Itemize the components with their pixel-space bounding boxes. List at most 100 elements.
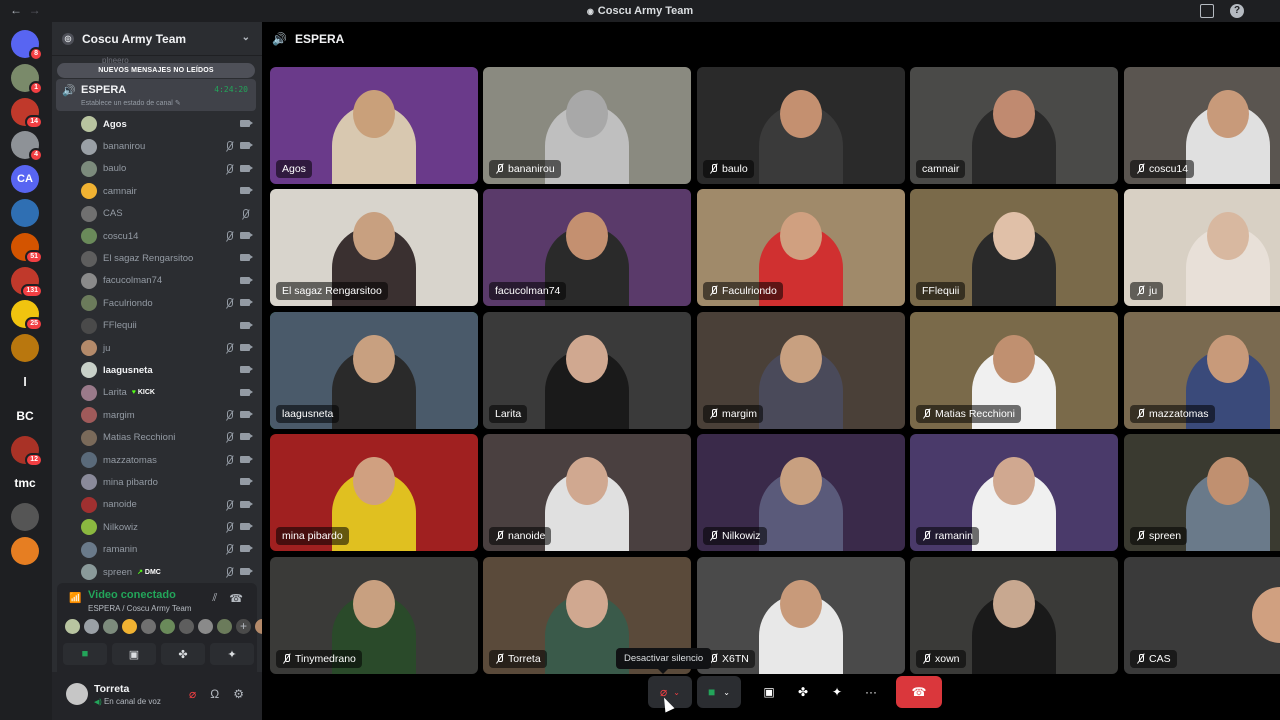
hang-up-button[interactable]: ☎ <box>896 676 942 708</box>
voice-member[interactable]: Faculriondo <box>52 292 262 314</box>
server-icon-9[interactable] <box>11 334 39 363</box>
server-icon-8[interactable]: 25 <box>11 300 43 332</box>
avatar[interactable] <box>198 619 213 634</box>
muted-icon <box>922 409 932 419</box>
video-tile[interactable]: ramanin <box>910 434 1118 551</box>
server-icon-13[interactable]: tmc <box>11 469 39 497</box>
camera-button[interactable]: ■ <box>63 643 107 665</box>
video-tile[interactable]: CAS <box>1124 557 1280 674</box>
video-tile[interactable]: ju <box>1124 189 1280 306</box>
server-icon-1[interactable]: 1 <box>11 63 43 95</box>
channel-status[interactable]: Establece un estado de canal ✎ <box>81 99 181 107</box>
voice-member[interactable]: Larita ♥ KICK <box>52 382 262 404</box>
video-tile[interactable]: El sagaz Rengarsitoo <box>270 189 478 306</box>
activities-button[interactable]: ✤ <box>161 643 205 665</box>
server-icon-5[interactable] <box>11 199 39 227</box>
voice-member[interactable]: nanoide <box>52 494 262 516</box>
noise-suppression-icon[interactable]: ⫽ <box>212 592 217 605</box>
video-tile[interactable]: bananirou <box>483 67 691 184</box>
voice-status-subtitle[interactable]: ESPERA / Coscu Army Team <box>88 604 191 613</box>
participant-head <box>353 212 395 260</box>
video-tile[interactable]: Matias Recchioni <box>910 312 1118 429</box>
guild-header[interactable]: ◎ Coscu Army Team ⌄ <box>52 22 262 56</box>
discord-icon[interactable]: 8 <box>11 30 43 61</box>
video-tile[interactable]: facucolman74 <box>483 189 691 306</box>
server-icon-11[interactable]: BC <box>11 402 39 430</box>
signal-icon[interactable]: 📶 <box>69 593 81 605</box>
video-tile[interactable]: baulo <box>697 67 905 184</box>
camera-toggle-button[interactable]: ■ ⌄ <box>697 676 741 708</box>
video-tile[interactable]: Tinymedrano <box>270 557 478 674</box>
gear-icon[interactable]: ⚙ <box>233 687 244 701</box>
voice-member[interactable]: FFlequii <box>52 315 262 337</box>
avatar[interactable] <box>103 619 118 634</box>
video-tile[interactable]: Nilkowiz <box>697 434 905 551</box>
server-icon-3[interactable]: 4 <box>11 131 43 163</box>
screen-share-button[interactable]: ▣ <box>112 643 156 665</box>
mute-icon[interactable]: ⌀ <box>189 687 196 701</box>
help-icon[interactable]: ? <box>1230 4 1244 18</box>
voice-member[interactable]: ramanin <box>52 538 262 560</box>
server-icon-2[interactable]: 14 <box>11 97 43 129</box>
video-tile[interactable]: laagusneta <box>270 312 478 429</box>
video-tile[interactable]: mazzatomas <box>1124 312 1280 429</box>
video-tile[interactable]: Faculriondo <box>697 189 905 306</box>
avatar[interactable] <box>179 619 194 634</box>
video-tile[interactable]: mina pibardo <box>270 434 478 551</box>
headphones-icon[interactable]: Ω <box>210 687 219 701</box>
soundboard-button[interactable]: ✦ <box>210 643 254 665</box>
voice-member[interactable]: Matias Recchioni <box>52 426 262 448</box>
server-icon-15[interactable] <box>11 537 39 565</box>
member-name: Faculriondo <box>103 297 153 309</box>
video-tile[interactable]: Larita <box>483 312 691 429</box>
voice-member[interactable]: baulo <box>52 158 262 180</box>
invite-plus-icon[interactable]: + <box>240 619 247 633</box>
video-tile[interactable]: margim <box>697 312 905 429</box>
video-tile[interactable]: nanoide <box>483 434 691 551</box>
video-tile[interactable]: FFlequii <box>910 189 1118 306</box>
video-tile[interactable]: camnair <box>910 67 1118 184</box>
avatar[interactable] <box>84 619 99 634</box>
avatar[interactable] <box>217 619 232 634</box>
voice-member[interactable]: coscu14 <box>52 225 262 247</box>
voice-member[interactable]: El sagaz Rengarsitoo <box>52 247 262 269</box>
avatar[interactable] <box>65 619 80 634</box>
avatar[interactable] <box>122 619 137 634</box>
avatar[interactable] <box>66 683 88 705</box>
inbox-icon[interactable] <box>1200 4 1214 18</box>
server-icon-7[interactable]: 131 <box>11 266 43 298</box>
user-name[interactable]: Torreta <box>94 683 129 695</box>
activities-button[interactable]: ✤ <box>789 676 817 708</box>
video-tile[interactable]: Agos <box>270 67 478 184</box>
voice-member[interactable]: camnair <box>52 180 262 202</box>
chevron-down-icon[interactable]: ⌄ <box>242 32 250 43</box>
voice-member[interactable]: margim <box>52 404 262 426</box>
voice-channel-espera[interactable]: 🔊 ESPERA 4:24:20 Establece un estado de … <box>56 79 256 111</box>
voice-member[interactable]: ju <box>52 337 262 359</box>
voice-member[interactable]: mina pibardo <box>52 471 262 493</box>
avatar[interactable] <box>160 619 175 634</box>
voice-member[interactable]: CAS <box>52 203 262 225</box>
server-icon-14[interactable] <box>11 503 39 532</box>
new-messages-banner[interactable]: NUEVOS MENSAJES NO LEÍDOS <box>57 63 255 78</box>
voice-member[interactable]: laagusneta <box>52 359 262 381</box>
soundboard-button[interactable]: ✦ <box>823 676 851 708</box>
more-options-button[interactable]: ··· <box>857 676 885 708</box>
voice-member[interactable]: mazzatomas <box>52 449 262 471</box>
avatar[interactable] <box>141 619 156 634</box>
voice-member[interactable]: spreen ↗ DMC <box>52 561 262 583</box>
video-tile[interactable]: X6TN <box>697 557 905 674</box>
server-icon-10[interactable]: l <box>11 368 39 396</box>
server-icon-12[interactable]: 12 <box>11 435 43 467</box>
server-icon-6[interactable]: 51 <box>11 232 43 264</box>
voice-member[interactable]: facucolman74 <box>52 270 262 292</box>
voice-member[interactable]: bananirou <box>52 135 262 157</box>
video-tile[interactable]: spreen <box>1124 434 1280 551</box>
voice-member[interactable]: Agos <box>52 113 262 135</box>
screen-share-button[interactable]: ▣ <box>755 676 783 708</box>
video-tile[interactable]: coscu14 <box>1124 67 1280 184</box>
video-tile[interactable]: xown <box>910 557 1118 674</box>
server-icon-4[interactable]: CA <box>11 165 39 194</box>
disconnect-icon[interactable]: ☎ <box>229 592 243 605</box>
voice-member[interactable]: Nilkowiz <box>52 516 262 538</box>
